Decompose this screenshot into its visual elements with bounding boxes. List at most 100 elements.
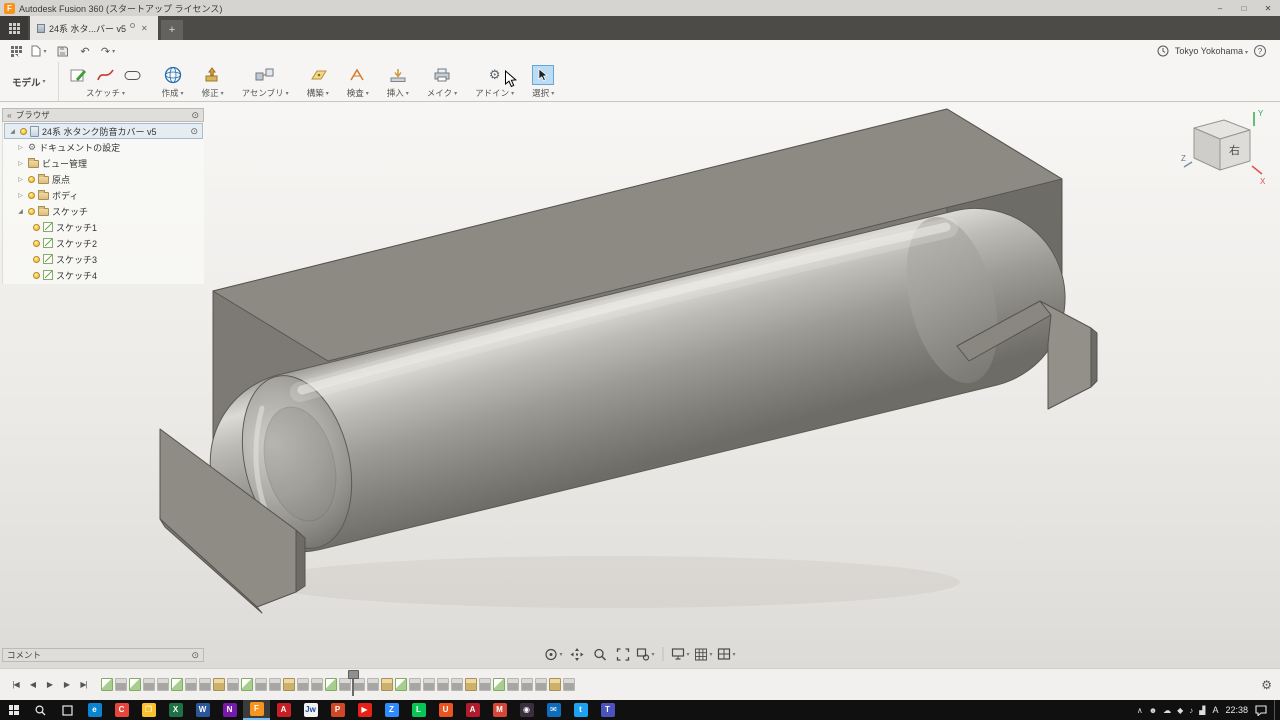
make-button[interactable] xyxy=(431,65,453,85)
timeline-control-button[interactable]: ◀ xyxy=(25,677,40,693)
taskbar-app-button[interactable]: A xyxy=(459,700,486,720)
maximize-button[interactable]: □ xyxy=(1232,0,1256,16)
slot-button[interactable] xyxy=(122,65,144,85)
tray-icon[interactable]: ◆ xyxy=(1177,706,1183,715)
display-settings-button[interactable] xyxy=(670,645,692,663)
zoom-button[interactable] xyxy=(589,645,611,663)
collapse-panel-icon[interactable] xyxy=(7,110,12,120)
visibility-bulb-icon[interactable] xyxy=(28,191,35,199)
timeline-track[interactable] xyxy=(101,669,575,700)
start-button[interactable] xyxy=(0,700,27,720)
timeline-control-button[interactable]: ▶ xyxy=(42,677,57,693)
orbit-button[interactable] xyxy=(543,645,565,663)
tray-icon[interactable]: ♪ xyxy=(1189,706,1193,715)
taskbar-app-button[interactable]: e xyxy=(81,700,108,720)
collapse-arrow-icon[interactable] xyxy=(16,160,25,167)
ribbon-group-label[interactable]: 選択 xyxy=(532,87,554,99)
grid-display-button[interactable] xyxy=(693,645,715,663)
clock-icon[interactable] xyxy=(1157,45,1169,57)
ribbon-group-label[interactable]: 挿入 xyxy=(387,87,409,99)
ribbon-group-label[interactable]: アドイン xyxy=(475,87,514,99)
measure-button[interactable] xyxy=(347,65,369,85)
file-menu-button[interactable] xyxy=(29,42,49,60)
panel-options-icon[interactable] xyxy=(191,650,199,661)
taskbar-app-button[interactable]: M xyxy=(486,700,513,720)
taskbar-app-button[interactable]: ✉ xyxy=(540,700,567,720)
tree-root-document[interactable]: 24系 水タンク防音カバー v5 xyxy=(4,123,203,139)
timeline-feature-icon[interactable] xyxy=(465,678,477,691)
timeline-feature-icon[interactable] xyxy=(269,678,281,691)
visibility-bulb-icon[interactable] xyxy=(33,271,40,279)
ribbon-group-label[interactable]: 修正 xyxy=(202,87,224,99)
timeline-feature-icon[interactable] xyxy=(101,678,113,691)
visibility-bulb-icon[interactable] xyxy=(33,223,40,231)
timeline-control-button[interactable]: ▶ xyxy=(59,677,74,693)
app-grid-button[interactable] xyxy=(6,42,26,60)
taskbar-app-button[interactable]: C xyxy=(108,700,135,720)
tree-node-sketch[interactable]: スケッチ3 xyxy=(3,251,204,267)
visibility-bulb-icon[interactable] xyxy=(28,207,35,215)
new-component-button[interactable] xyxy=(254,65,276,85)
document-tab[interactable]: 24系 水タ...バー v5 ✕ xyxy=(30,16,158,40)
timeline-feature-icon[interactable] xyxy=(143,678,155,691)
taskbar-app-button[interactable]: A xyxy=(270,700,297,720)
spline-button[interactable] xyxy=(95,65,117,85)
insert-button[interactable] xyxy=(387,65,409,85)
task-view-button[interactable] xyxy=(54,700,81,720)
tree-node-view-management[interactable]: ビュー管理 xyxy=(3,155,204,171)
timeline-control-button[interactable]: ▶| xyxy=(76,677,91,693)
tree-node-document-settings[interactable]: ⚙ ドキュメントの設定 xyxy=(3,139,204,155)
timeline-feature-icon[interactable] xyxy=(213,678,225,691)
timeline-feature-icon[interactable] xyxy=(451,678,463,691)
comment-header[interactable]: コメント xyxy=(2,648,204,662)
construction-plane-button[interactable] xyxy=(307,65,329,85)
tree-node-sketch[interactable]: スケッチ1 xyxy=(3,219,204,235)
tree-node-sketches[interactable]: スケッチ xyxy=(3,203,204,219)
timeline-feature-icon[interactable] xyxy=(283,678,295,691)
timeline-feature-icon[interactable] xyxy=(185,678,197,691)
tray-icon[interactable]: ▟ xyxy=(1199,706,1205,715)
timeline-scrubber[interactable] xyxy=(348,670,359,698)
create-form-button[interactable] xyxy=(162,65,184,85)
minimize-button[interactable]: – xyxy=(1208,0,1232,16)
timeline-feature-icon[interactable] xyxy=(521,678,533,691)
fit-button[interactable] xyxy=(612,645,634,663)
timeline-feature-icon[interactable] xyxy=(311,678,323,691)
data-panel-toggle-button[interactable] xyxy=(0,16,28,40)
tray-icon[interactable]: ☁ xyxy=(1163,706,1171,715)
taskbar-app-button[interactable]: T xyxy=(594,700,621,720)
taskbar-app-button[interactable]: ◉ xyxy=(513,700,540,720)
timeline-feature-icon[interactable] xyxy=(479,678,491,691)
timeline-feature-icon[interactable] xyxy=(493,678,505,691)
ribbon-group-label[interactable]: アセンブリ xyxy=(242,87,289,99)
taskbar-app-button[interactable]: W xyxy=(189,700,216,720)
timeline-feature-icon[interactable] xyxy=(199,678,211,691)
show-desktop-button[interactable] xyxy=(1274,700,1277,720)
taskbar-app-button[interactable]: Jw xyxy=(297,700,324,720)
timeline-feature-icon[interactable] xyxy=(437,678,449,691)
taskbar-app-button[interactable]: ▶ xyxy=(351,700,378,720)
timeline-feature-icon[interactable] xyxy=(535,678,547,691)
taskbar-app-button[interactable]: F xyxy=(243,700,270,720)
timeline-feature-icon[interactable] xyxy=(381,678,393,691)
select-tool-button[interactable] xyxy=(532,65,555,85)
taskbar-app-button[interactable]: N xyxy=(216,700,243,720)
viewports-button[interactable] xyxy=(716,645,738,663)
addins-button[interactable]: ⚙ xyxy=(484,65,506,85)
taskbar-app-button[interactable]: ❐ xyxy=(135,700,162,720)
taskbar-app-button[interactable]: L xyxy=(405,700,432,720)
save-button[interactable] xyxy=(52,42,72,60)
view-cube[interactable]: 右 Y X Z xyxy=(1180,104,1270,194)
taskbar-app-button[interactable]: Z xyxy=(378,700,405,720)
timeline-feature-icon[interactable] xyxy=(409,678,421,691)
timeline-feature-icon[interactable] xyxy=(115,678,127,691)
undo-button[interactable]: ↶ xyxy=(75,42,95,60)
timeline-feature-icon[interactable] xyxy=(367,678,379,691)
expand-arrow-icon[interactable] xyxy=(16,208,25,215)
tray-icon[interactable]: ∧ xyxy=(1137,706,1143,715)
tree-node-sketch[interactable]: スケッチ4 xyxy=(3,267,204,283)
timeline-feature-icon[interactable] xyxy=(395,678,407,691)
collapse-arrow-icon[interactable] xyxy=(16,176,25,183)
pan-button[interactable] xyxy=(566,645,588,663)
timeline-control-button[interactable]: |◀ xyxy=(8,677,23,693)
